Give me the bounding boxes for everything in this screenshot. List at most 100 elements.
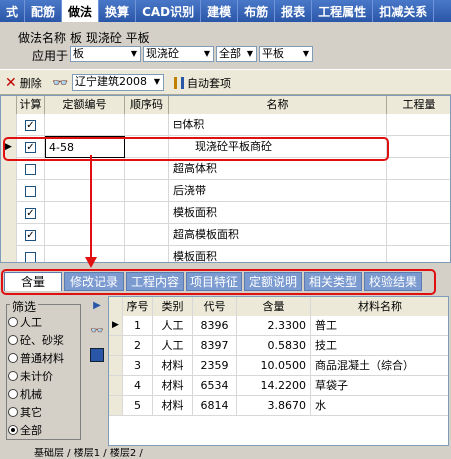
mat-type-cell[interactable]: 人工 (153, 336, 193, 355)
materials-row[interactable]: 3 材料 2359 10.0500 商品混凝土（综合） (109, 356, 448, 376)
lower-tab-2[interactable]: 工程内容 (126, 272, 184, 291)
top-tab-6[interactable]: 布筋 (238, 0, 276, 22)
mat-no-cell[interactable]: 5 (123, 396, 153, 415)
mat-type-cell[interactable]: 材料 (153, 396, 193, 415)
binoculars-icon[interactable]: 👓 (89, 324, 105, 340)
mat-header-amount[interactable]: 含量 (237, 297, 311, 316)
delete-button[interactable]: ✕ 删除 (5, 74, 42, 92)
filter-radio-0[interactable]: 人工 (8, 314, 42, 330)
top-tab-2[interactable]: 做法 (62, 0, 100, 22)
quota-library-combo[interactable]: 辽宁建筑2008 ▼ (72, 74, 164, 91)
quantity-cell[interactable] (387, 246, 450, 262)
calc-checkbox[interactable]: ✓ (25, 229, 36, 241)
lower-tab-3[interactable]: 项目特征 (186, 272, 242, 291)
filter-radio-2[interactable]: 普通材料 (8, 350, 64, 366)
mat-code-cell[interactable]: 8396 (193, 316, 237, 335)
floor-tabs-label[interactable]: 基础层 / 楼层1 / 楼层2 / (34, 448, 143, 459)
apply-combo-scope[interactable]: 全部 ▼ (216, 46, 257, 62)
table-row[interactable]: 模板面积 (1, 246, 450, 262)
header-quantity[interactable]: 工程量 (387, 96, 450, 114)
mat-header-name[interactable]: 材料名称 (311, 297, 448, 316)
apply-combo-subtype[interactable]: 平板 ▼ (259, 46, 313, 62)
name-cell[interactable]: 超高模板面积 (169, 224, 387, 246)
calc-checkbox[interactable] (25, 185, 36, 197)
order-cell[interactable] (125, 158, 169, 180)
calc-checkbox[interactable] (25, 251, 36, 262)
order-cell[interactable] (125, 246, 169, 262)
mat-name-cell[interactable]: 技工 (311, 336, 448, 355)
top-tab-8[interactable]: 工程属性 (312, 0, 374, 22)
apply-combo-material[interactable]: 现浇砼 ▼ (143, 46, 214, 62)
mat-code-cell[interactable]: 2359 (193, 356, 237, 375)
mat-name-cell[interactable]: 水 (311, 396, 448, 415)
calc-checkbox[interactable]: ✓ (25, 207, 36, 219)
quantity-cell[interactable] (387, 136, 450, 158)
mat-header-type[interactable]: 类别 (153, 297, 193, 316)
mat-code-cell[interactable]: 6814 (193, 396, 237, 415)
table-row[interactable]: ✓ 超高模板面积 (1, 224, 450, 246)
mat-no-cell[interactable]: 1 (123, 316, 153, 335)
order-cell[interactable] (125, 180, 169, 202)
mat-header-no[interactable]: 序号 (123, 297, 153, 316)
binoculars-button[interactable]: 👓 (52, 74, 68, 92)
mat-name-cell[interactable]: 商品混凝土（综合） (311, 356, 448, 375)
mat-amount-cell[interactable]: 3.8670 (237, 396, 311, 415)
header-calc[interactable]: 计算 (17, 96, 45, 114)
mat-type-cell[interactable]: 人工 (153, 316, 193, 335)
name-cell[interactable]: 模板面积 (169, 246, 387, 262)
table-row[interactable]: 超高体积 (1, 158, 450, 180)
mat-amount-cell[interactable]: 14.2200 (237, 376, 311, 395)
quantity-cell[interactable] (387, 158, 450, 180)
quota-code-cell[interactable] (45, 114, 125, 136)
lower-tab-1[interactable]: 修改记录 (64, 272, 124, 291)
filter-radio-4[interactable]: 机械 (8, 386, 42, 402)
order-cell[interactable] (125, 114, 169, 136)
mat-no-cell[interactable]: 4 (123, 376, 153, 395)
table-row[interactable]: ✓ 模板面积 (1, 202, 450, 224)
filter-radio-3[interactable]: 未计价 (8, 368, 53, 384)
materials-row[interactable]: 2 人工 8397 0.5830 技工 (109, 336, 448, 356)
mat-type-cell[interactable]: 材料 (153, 376, 193, 395)
name-cell[interactable]: 现浇砼平板商砼 (169, 136, 387, 158)
filter-radio-1[interactable]: 砼、砂浆 (8, 332, 64, 348)
order-cell[interactable] (125, 136, 169, 158)
materials-row[interactable]: 5 材料 6814 3.8670 水 (109, 396, 448, 416)
mat-amount-cell[interactable]: 10.0500 (237, 356, 311, 375)
materials-row[interactable]: ▶ 1 人工 8396 2.3300 普工 (109, 316, 448, 336)
top-tab-9[interactable]: 扣减关系 (373, 0, 435, 22)
table-row[interactable]: 后浇带 (1, 180, 450, 202)
header-order[interactable]: 顺序码 (125, 96, 169, 114)
materials-row[interactable]: 4 材料 6534 14.2200 草袋子 (109, 376, 448, 396)
lower-tab-0[interactable]: 含量 (4, 272, 62, 291)
filter-radio-5[interactable]: 其它 (8, 404, 42, 420)
quantity-cell[interactable] (387, 224, 450, 246)
quantity-cell[interactable] (387, 114, 450, 136)
name-cell[interactable]: 模板面积 (169, 202, 387, 224)
calc-checkbox[interactable]: ✓ (25, 141, 36, 153)
lower-tab-4[interactable]: 定额说明 (244, 272, 302, 291)
table-row[interactable]: ▶ ✓ 4-58 现浇砼平板商砼 (1, 136, 450, 158)
header-name[interactable]: 名称 (169, 96, 387, 114)
header-code[interactable]: 定额编号 (45, 96, 125, 114)
name-cell[interactable]: 超高体积 (169, 158, 387, 180)
top-tab-7[interactable]: 报表 (275, 0, 313, 22)
table-row[interactable]: ✓ ⊟体积 (1, 114, 450, 136)
order-cell[interactable] (125, 202, 169, 224)
mat-name-cell[interactable]: 普工 (311, 316, 448, 335)
mat-type-cell[interactable]: 材料 (153, 356, 193, 375)
mat-code-cell[interactable]: 6534 (193, 376, 237, 395)
mat-no-cell[interactable]: 3 (123, 356, 153, 375)
name-cell[interactable]: 后浇带 (169, 180, 387, 202)
auto-match-button[interactable]: 自动套项 (174, 74, 231, 92)
top-tab-5[interactable]: 建模 (201, 0, 239, 22)
calc-checkbox[interactable] (25, 163, 36, 175)
name-cell[interactable]: ⊟体积 (169, 114, 387, 136)
top-tab-0[interactable]: 式 (0, 0, 26, 22)
top-tab-1[interactable]: 配筋 (25, 0, 63, 22)
lower-tab-5[interactable]: 相关类型 (304, 272, 362, 291)
save-icon[interactable] (90, 348, 104, 362)
mat-code-cell[interactable]: 8397 (193, 336, 237, 355)
filter-radio-6[interactable]: 全部 (8, 422, 42, 438)
top-tab-4[interactable]: CAD识别 (136, 0, 202, 22)
apply-combo-type[interactable]: 板 ▼ (70, 46, 141, 62)
